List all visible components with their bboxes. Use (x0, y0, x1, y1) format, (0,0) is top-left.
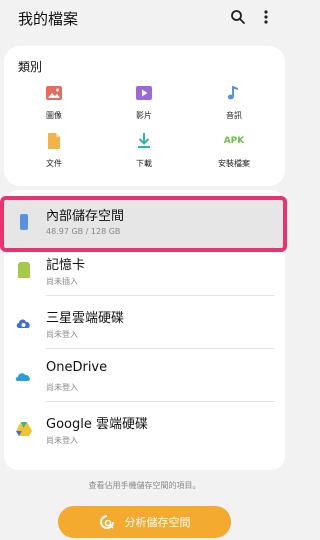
image-icon (46, 86, 62, 100)
search-icon[interactable] (229, 8, 247, 26)
category-label: 文件 (46, 159, 62, 168)
category-label: 安裝檔案 (218, 159, 250, 168)
sd-card-icon (18, 262, 30, 278)
more-options-icon[interactable] (257, 8, 275, 26)
analyze-storage-label: 分析儲存空間 (124, 516, 191, 529)
storage-name: OneDrive (46, 360, 108, 375)
divider (46, 295, 275, 296)
category-label: 音訊 (226, 111, 242, 120)
category-label: 下載 (136, 159, 152, 168)
internal-storage-highlight[interactable]: 內部儲存空間 48.97 GB / 128 GB (0, 196, 287, 252)
google-drive-icon (16, 422, 32, 436)
storage-item-onedrive[interactable]: OneDrive 尚未登入 (4, 351, 285, 402)
storage-name: 三星雲端硬碟 (46, 311, 125, 326)
app-header: 我的檔案 (0, 0, 289, 36)
storage-name: Google 雲端硬碟 (46, 417, 148, 432)
video-icon (136, 86, 152, 100)
storage-sub: 尚未登入 (46, 383, 78, 392)
divider (46, 348, 275, 349)
analyze-storage-button[interactable]: 分析儲存空間 (58, 506, 231, 538)
storage-sub: 尚未登入 (46, 436, 78, 445)
document-icon (48, 133, 60, 149)
category-apk[interactable]: APK 安裝檔案 (194, 132, 274, 169)
storage-name: 記憶卡 (46, 258, 86, 273)
onedrive-icon (15, 373, 30, 381)
category-documents[interactable]: 文件 (14, 132, 94, 169)
category-audio[interactable]: 音訊 (194, 84, 274, 121)
category-downloads[interactable]: 下載 (104, 132, 184, 169)
storage-sub: 尚未插入 (46, 277, 78, 286)
app-title: 我的檔案 (18, 10, 79, 28)
category-label: 影片 (136, 111, 152, 120)
category-label: 圖像 (46, 111, 62, 120)
footer-note: 查看佔用手機儲存空間的項目。 (88, 481, 201, 490)
storage-item-sd-card[interactable]: 記憶卡 尚未插入 (4, 245, 285, 296)
category-videos[interactable]: 影片 (104, 84, 184, 121)
categories-title: 類別 (18, 60, 43, 74)
categories-card: 類別 圖像 影片 音訊 文件 下載 APK 安裝檔案 (4, 46, 285, 186)
divider (46, 401, 275, 402)
apk-icon: APK (223, 136, 245, 146)
category-images[interactable]: 圖像 (14, 84, 94, 121)
storage-item-samsung-cloud[interactable]: 三星雲端硬碟 尚未登入 (4, 298, 285, 349)
storage-item-google-drive[interactable]: Google 雲端硬碟 尚未登入 (4, 404, 285, 455)
analyze-storage-icon (99, 514, 115, 530)
samsung-cloud-icon (16, 319, 30, 328)
phone-icon (20, 214, 28, 230)
storage-name-internal: 內部儲存空間 (46, 209, 125, 224)
storage-sub: 尚未登入 (46, 330, 78, 339)
storage-sub-internal: 48.97 GB / 128 GB (46, 227, 121, 236)
music-icon (227, 86, 238, 100)
download-icon (138, 133, 150, 148)
